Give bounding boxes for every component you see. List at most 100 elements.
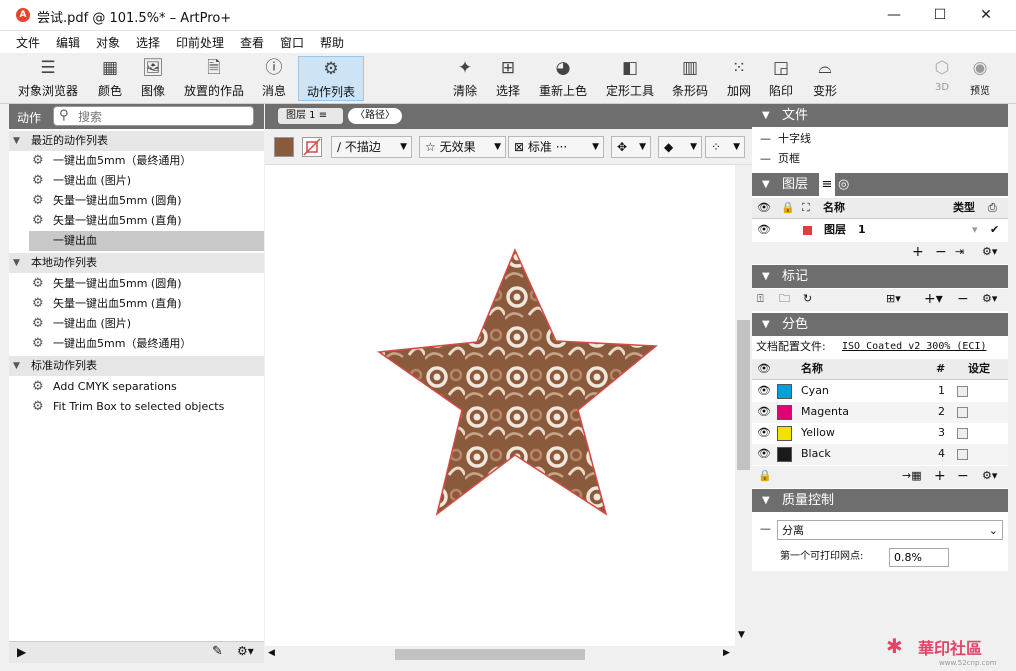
tool-object-browser[interactable]: ☰ 对象浏览器 (12, 56, 84, 101)
tool-screening[interactable]: ⁙ 加网 (724, 56, 754, 101)
list-view-icon[interactable]: ≡ (819, 173, 835, 196)
collapse-triangle-icon[interactable]: ▼ (13, 131, 20, 151)
layer-row[interactable]: 👁 图层 1 ▾ ✔ (752, 220, 1008, 240)
separation-row-black[interactable]: 👁 Black 4 (752, 444, 1008, 465)
refresh-icon[interactable]: ↻ (803, 289, 812, 309)
horizontal-scrollbar[interactable]: ◀ ▶ (265, 646, 735, 663)
tool-select[interactable]: ⊞ 选择 (493, 56, 523, 101)
tool-colors[interactable]: ▦ 颜色 (92, 56, 128, 101)
separations-section-header[interactable]: ▼ 分色 (752, 313, 1008, 336)
action-item[interactable]: ⚙ 矢量一键出血5mm (圆角) (29, 191, 264, 211)
file-item-pageframe[interactable]: — 页框 (752, 149, 1008, 169)
document-canvas[interactable] (265, 165, 735, 646)
dots-dropdown[interactable]: ⁘ ▼ (705, 136, 745, 158)
tool-recolor[interactable]: ◕ 重新上色 (537, 56, 589, 101)
stroke-dropdown[interactable]: ∕ 不描边 ▼ (331, 136, 412, 158)
search-input[interactable] (78, 109, 248, 124)
eye-icon[interactable]: 👁 (757, 402, 771, 422)
effect-dropdown[interactable]: ☆ 无效果 ▼ (419, 136, 506, 158)
chevron-down-icon[interactable]: ▾ (972, 220, 978, 240)
minimize-button[interactable]: — (871, 0, 917, 31)
action-item[interactable]: ⚙ 一键出血5mm（最终通用） (29, 334, 264, 354)
settings-menu-icon[interactable]: ⚙▾ (237, 644, 254, 658)
tool-action-list[interactable]: ⚙ 动作列表 (298, 56, 364, 101)
folder-icon[interactable]: 🗀 (779, 289, 790, 309)
transform-dropdown[interactable]: ✥ ▼ (611, 136, 651, 158)
qc-mode-select[interactable]: 分离 ⌄ (777, 520, 1003, 540)
qc-section-header[interactable]: ▼ 质量控制 (752, 489, 1008, 512)
menu-select[interactable]: 选择 (136, 34, 160, 51)
tool-3d[interactable]: ⬡ 3D (928, 56, 956, 101)
tag-dropdown[interactable]: ◆ ▼ (658, 136, 702, 158)
play-icon[interactable]: ▶ (17, 645, 26, 659)
close-button[interactable]: ✕ (963, 0, 1009, 31)
tool-barcode[interactable]: ▥ 条形码 (671, 56, 709, 101)
menu-file[interactable]: 文件 (16, 34, 40, 51)
horizontal-scroll-thumb[interactable] (395, 649, 585, 660)
vertical-scroll-thumb[interactable] (737, 320, 750, 470)
action-item[interactable]: ⚙ 矢量一键出血5mm (直角) (29, 294, 264, 314)
scroll-right-icon[interactable]: ▶ (723, 648, 730, 658)
file-item-crossmarks[interactable]: — 十字线 (752, 129, 1008, 149)
export-grid-icon[interactable]: →▦ (902, 466, 922, 486)
action-item-selected[interactable]: 一键出血 (29, 231, 264, 251)
eye-icon[interactable]: 👁 (757, 444, 771, 464)
circle-view-icon[interactable]: ◎ (838, 173, 849, 196)
scroll-left-icon[interactable]: ◀ (268, 648, 275, 658)
check-icon[interactable]: ✔ (990, 220, 999, 240)
group-standard[interactable]: ▼ 标准动作列表 (9, 356, 264, 376)
stroke-swatch[interactable] (302, 137, 322, 157)
layer-pill[interactable]: 图层 1 ≡ (278, 108, 343, 124)
lock-icon[interactable]: 🔒 (758, 466, 772, 486)
import-icon[interactable]: ⍐ (757, 289, 764, 309)
collapse-triangle-icon[interactable]: ▼ (762, 265, 770, 288)
group-recent[interactable]: ▼ 最近的动作列表 (9, 131, 264, 151)
add-mark-icon[interactable]: ⊞▾ (886, 289, 901, 309)
scroll-down-icon[interactable]: ▼ (738, 630, 745, 640)
collapse-icon[interactable]: — (760, 519, 771, 539)
remove-icon[interactable]: − (957, 289, 969, 309)
action-item[interactable]: ⚙ Fit Trim Box to selected objects (29, 397, 264, 417)
add-icon[interactable]: + (912, 242, 924, 262)
separation-checkbox[interactable] (957, 428, 968, 439)
tool-messages[interactable]: ⓘ 消息 (258, 56, 290, 101)
separation-row-yellow[interactable]: 👁 Yellow 3 (752, 423, 1008, 444)
menu-edit[interactable]: 编辑 (56, 34, 80, 51)
profile-link[interactable]: ISO Coated v2 300% (ECI) (842, 337, 987, 357)
layers-section-header[interactable]: ▼ 图层 ≡ ◎ (752, 173, 1008, 196)
tool-distort[interactable]: ⌓ 变形 (810, 56, 840, 101)
collapse-triangle-icon[interactable]: ▼ (762, 173, 770, 196)
eye-icon[interactable]: 👁 (757, 381, 771, 401)
star-artwork[interactable] (265, 165, 735, 646)
file-section-header[interactable]: ▼ 文件 (752, 104, 1008, 127)
menu-help[interactable]: 帮助 (320, 34, 344, 51)
separation-checkbox[interactable] (957, 386, 968, 397)
tool-shape[interactable]: ◧ 定形工具 (604, 56, 656, 101)
separation-row-magenta[interactable]: 👁 Magenta 2 (752, 402, 1008, 423)
path-pill[interactable]: 〈路径〉 (348, 108, 402, 124)
add-icon[interactable]: + (934, 466, 946, 486)
separation-row-cyan[interactable]: 👁 Cyan 1 (752, 381, 1008, 402)
vertical-scrollbar[interactable]: ▼ (735, 165, 752, 646)
menu-object[interactable]: 对象 (96, 34, 120, 51)
separation-checkbox[interactable] (957, 449, 968, 460)
tool-placed-art[interactable]: 🗎 放置的作品 (181, 56, 247, 101)
marks-section-header[interactable]: ▼ 标记 (752, 265, 1008, 288)
menu-prepress[interactable]: 印前处理 (176, 34, 224, 51)
collapse-triangle-icon[interactable]: ▼ (762, 313, 770, 336)
search-box[interactable]: ⚲ (53, 106, 254, 126)
eye-icon[interactable]: 👁 (757, 220, 771, 240)
tool-preview[interactable]: ◉ 预览 (964, 56, 996, 101)
maximize-button[interactable]: ☐ (917, 0, 963, 31)
pencil-icon[interactable]: ✎ (212, 644, 223, 659)
settings-menu-icon[interactable]: ⚙▾ (982, 242, 997, 262)
collapse-triangle-icon[interactable]: ▼ (13, 356, 20, 376)
collapse-triangle-icon[interactable]: ▼ (762, 104, 770, 127)
action-item[interactable]: ⚙ 矢量一键出血5mm (直角) (29, 211, 264, 231)
settings-menu-icon[interactable]: ⚙▾ (982, 466, 997, 486)
action-item[interactable]: ⚙ Add CMYK separations (29, 377, 264, 397)
tool-trap[interactable]: ◲ 陷印 (766, 56, 796, 101)
action-item[interactable]: ⚙ 一键出血 (图片) (29, 314, 264, 334)
collapse-triangle-icon[interactable]: ▼ (762, 489, 770, 512)
blend-dropdown[interactable]: ⊠ 标准 ··· ▼ (508, 136, 604, 158)
